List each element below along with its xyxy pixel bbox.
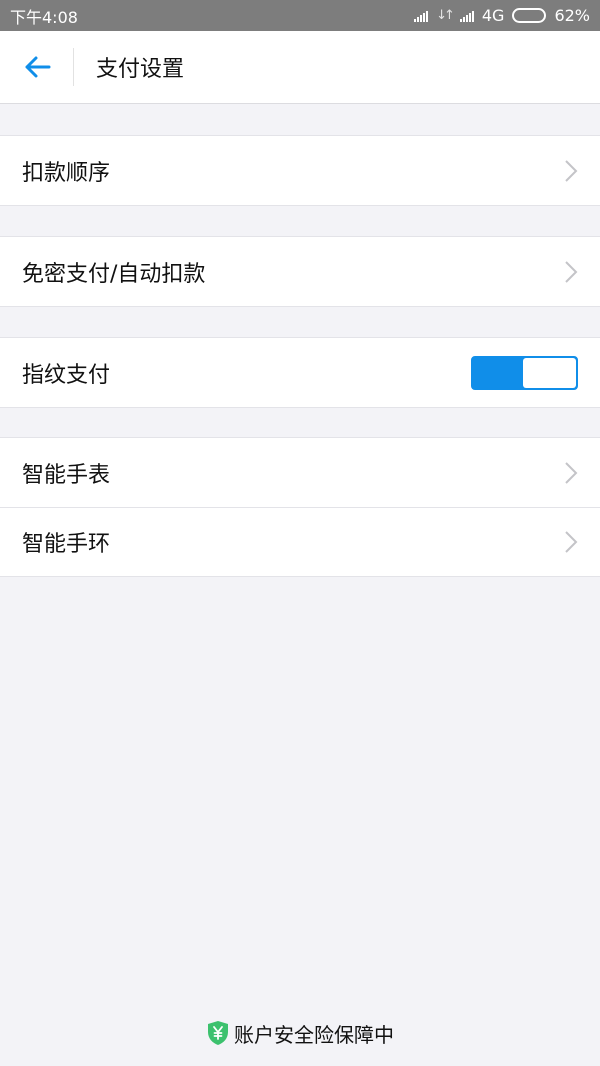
back-button[interactable] [0, 31, 73, 104]
battery-percent: 62% [554, 6, 590, 25]
settings-group-password-free: 免密支付/自动扣款 [0, 236, 600, 307]
insurance-text: 账户安全险保障中 [234, 1022, 394, 1047]
status-time: 下午4:08 [10, 7, 78, 27]
chevron-right-icon [565, 531, 578, 553]
signal-icon [414, 10, 429, 22]
toggle-knob [523, 357, 576, 388]
smart-watch-label: 智能手表 [22, 462, 111, 488]
signal-icon-secondary [459, 10, 474, 22]
fingerprint-pay-label: 指纹支付 [22, 362, 111, 388]
status-bar: 下午4:08 ↓↑ 4G 62% [0, 0, 600, 31]
battery-icon [512, 8, 547, 23]
chevron-right-icon [565, 461, 578, 484]
settings-group-fingerprint: 指纹支付 [0, 337, 600, 408]
smart-band-label: 智能手环 [22, 532, 111, 557]
smart-band-item[interactable]: 智能手环 [0, 507, 600, 576]
smart-watch-item[interactable]: 智能手表 [0, 438, 600, 507]
password-free-item[interactable]: 免密支付/自动扣款 [0, 237, 600, 306]
chevron-right-icon [565, 260, 578, 283]
deduction-order-item[interactable]: 扣款顺序 [0, 136, 600, 205]
nav-divider [73, 48, 74, 86]
chevron-right-icon [565, 159, 578, 182]
password-free-label: 免密支付/自动扣款 [22, 261, 206, 287]
nav-bar: 支付设置 [0, 31, 600, 104]
status-indicators: ↓↑ 4G 62% [414, 6, 590, 25]
page-title: 支付设置 [96, 57, 185, 82]
payment-settings-screen: 下午4:08 ↓↑ 4G 62% 支付设置 扣款顺序 免密支付/自动扣款 指纹支… [0, 0, 600, 1066]
back-arrow-icon [25, 56, 50, 78]
settings-group-wearables: 智能手表 智能手环 [0, 437, 600, 577]
fingerprint-pay-toggle[interactable] [471, 355, 578, 390]
fingerprint-pay-item: 指纹支付 [0, 338, 600, 407]
network-type: 4G [481, 6, 505, 25]
settings-group-deduction: 扣款顺序 [0, 135, 600, 206]
deduction-order-label: 扣款顺序 [22, 160, 111, 186]
insurance-footer[interactable]: 账户安全险保障中 [0, 1016, 600, 1050]
shield-icon [208, 1021, 228, 1045]
data-transfer-icon: ↓↑ [436, 8, 455, 23]
